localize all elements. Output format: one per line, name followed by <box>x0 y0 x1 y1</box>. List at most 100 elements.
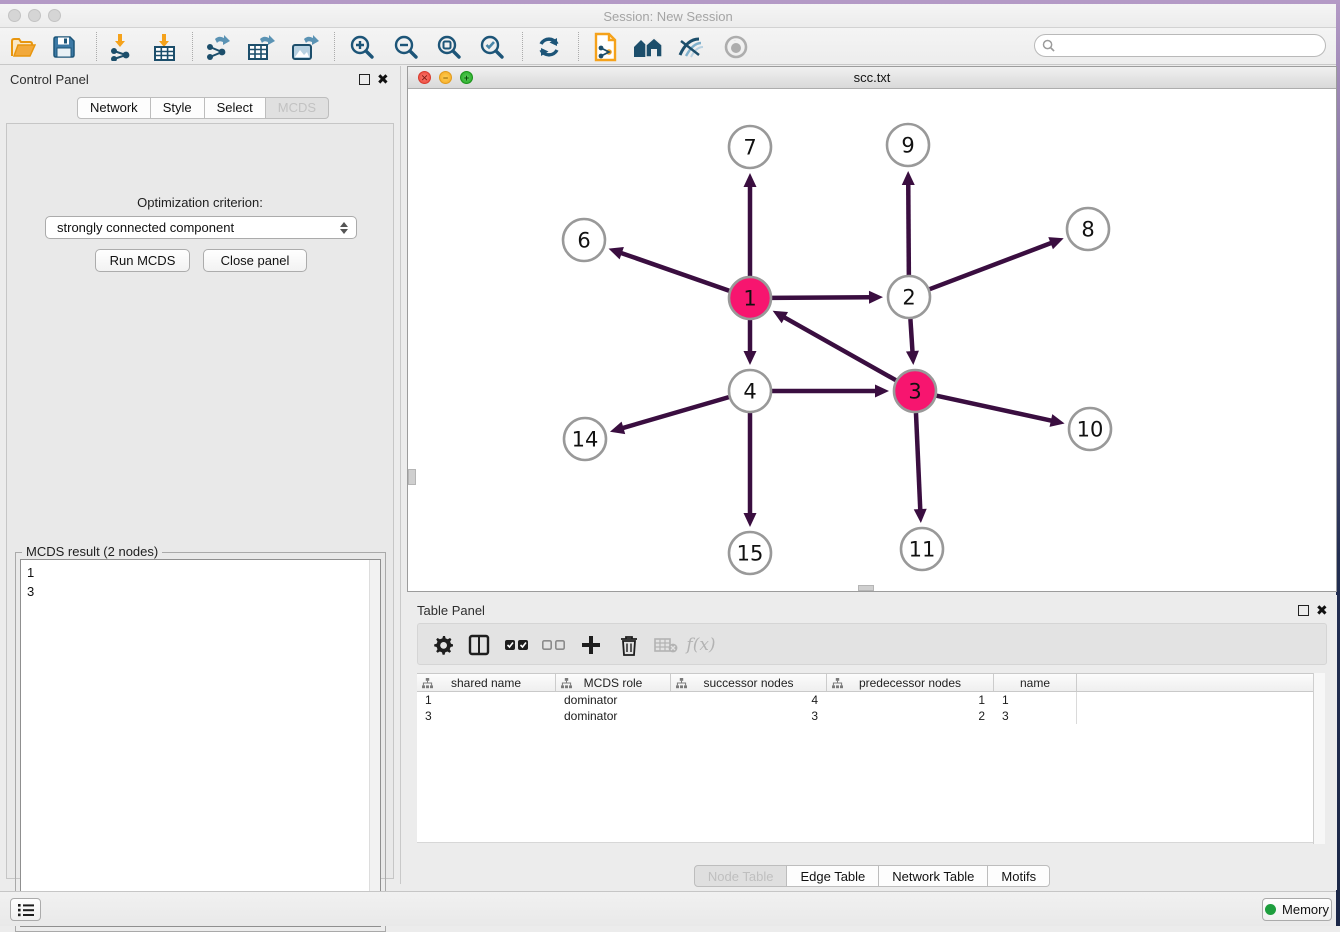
mcds-result-textarea[interactable]: 1 3 <box>20 559 381 927</box>
table-cell[interactable]: 4 <box>671 692 827 708</box>
graph-node-2[interactable]: 2 <box>888 276 930 318</box>
run-mcds-button[interactable]: Run MCDS <box>95 249 190 272</box>
table-cell[interactable]: dominator <box>556 692 671 708</box>
control-panel: Control Panel ✖ NetworkStyleSelectMCDS O… <box>0 66 401 884</box>
column-header-shared-name[interactable]: shared name <box>417 674 556 691</box>
panel-resize-grip-bottom[interactable] <box>858 585 874 591</box>
zoom-out-icon[interactable] <box>389 33 423 61</box>
main-toolbar <box>0 28 1336 65</box>
network-window-titlebar[interactable]: ✕ − + scc.txt <box>408 67 1336 89</box>
open-file-icon[interactable] <box>6 33 40 61</box>
dropdown-stepper-icon <box>340 222 348 234</box>
graph-edge-3-11[interactable] <box>916 413 920 512</box>
select-all-icon[interactable] <box>502 631 532 659</box>
table-cell[interactable]: 2 <box>827 708 994 724</box>
float-table-panel-icon[interactable] <box>1298 605 1309 616</box>
graph-edge-3-1[interactable] <box>782 316 896 380</box>
graph-node-label: 1 <box>743 287 756 311</box>
zoom-selected-icon[interactable] <box>475 33 509 61</box>
delete-column-icon[interactable] <box>614 631 644 659</box>
panel-resize-grip-left[interactable] <box>408 469 416 485</box>
graph-edge-1-2[interactable] <box>772 297 872 298</box>
zoom-fit-icon[interactable] <box>432 33 466 61</box>
table-cell[interactable]: 3 <box>671 708 827 724</box>
column-header-predecessor-nodes[interactable]: predecessor nodes <box>827 674 994 691</box>
save-session-icon[interactable] <box>47 33 81 61</box>
graph-edge-2-8[interactable] <box>930 242 1054 289</box>
network-canvas[interactable]: 7 9 6 8 1 2 4 3 14 10 15 11 <box>408 89 1336 591</box>
close-panel-button[interactable]: Close panel <box>203 249 307 272</box>
column-type-icon <box>676 678 687 689</box>
column-manager-icon[interactable] <box>464 631 494 659</box>
first-neighbors-icon[interactable] <box>631 33 665 61</box>
graph-node-8[interactable]: 8 <box>1067 208 1109 250</box>
close-table-panel-icon[interactable]: ✖ <box>1316 602 1328 619</box>
graph-edge-2-9[interactable] <box>908 182 909 275</box>
close-panel-icon[interactable]: ✖ <box>377 71 389 88</box>
graph-node-11[interactable]: 11 <box>901 528 943 570</box>
graph-node-label: 7 <box>743 136 756 160</box>
graph-edge-4-14[interactable] <box>621 397 729 429</box>
tab-network[interactable]: Network <box>77 97 151 119</box>
export-image-icon[interactable] <box>288 33 322 61</box>
table-row[interactable]: 1dominator411 <box>417 692 1325 708</box>
graph-node-1[interactable]: 1 <box>729 277 771 319</box>
export-network-icon[interactable] <box>200 33 234 61</box>
network-graph[interactable]: 7 9 6 8 1 2 4 3 14 10 15 11 <box>408 89 1336 591</box>
tab-node-table[interactable]: Node Table <box>694 865 788 887</box>
table-cell[interactable]: 1 <box>827 692 994 708</box>
graph-node-3[interactable]: 3 <box>894 370 936 412</box>
add-column-icon[interactable] <box>576 631 606 659</box>
tab-motifs[interactable]: Motifs <box>988 865 1050 887</box>
table-row[interactable]: 3dominator323 <box>417 708 1325 724</box>
graph-edge-1-6[interactable] <box>619 252 729 291</box>
graph-node-9[interactable]: 9 <box>887 124 929 166</box>
settings-gear-icon[interactable] <box>428 631 458 659</box>
show-all-icon[interactable] <box>719 33 753 61</box>
tab-select[interactable]: Select <box>205 97 266 119</box>
table-cell[interactable]: 3 <box>994 708 1077 724</box>
hide-selection-icon[interactable] <box>674 33 708 61</box>
optimization-criterion-dropdown[interactable]: strongly connected component <box>45 216 357 239</box>
float-panel-icon[interactable] <box>359 74 370 85</box>
table-cell[interactable]: 1 <box>994 692 1077 708</box>
toolbar-separator <box>522 32 523 61</box>
memory-button[interactable]: Memory <box>1262 898 1332 921</box>
table-scrollbar[interactable] <box>1313 673 1325 844</box>
import-table-icon[interactable] <box>148 33 182 61</box>
table-cell[interactable]: 3 <box>417 708 556 724</box>
mcds-result-scrollbar[interactable] <box>369 560 380 926</box>
table-panel-header: Table Panel ✖ <box>407 601 1337 621</box>
tab-mcds[interactable]: MCDS <box>266 97 329 119</box>
graph-node-15[interactable]: 15 <box>729 532 771 574</box>
table-cell[interactable]: 1 <box>417 692 556 708</box>
column-header-label: successor nodes <box>703 676 793 690</box>
import-network-icon[interactable] <box>104 33 138 61</box>
refresh-icon[interactable] <box>532 33 566 61</box>
graph-edge-2-3[interactable] <box>910 319 912 354</box>
graph-node-4[interactable]: 4 <box>729 370 771 412</box>
graph-node-label: 6 <box>577 229 590 253</box>
tab-edge-table[interactable]: Edge Table <box>787 865 879 887</box>
column-header-MCDS-role[interactable]: MCDS role <box>556 674 671 691</box>
graph-node-10[interactable]: 10 <box>1069 408 1111 450</box>
export-table-icon[interactable] <box>244 33 278 61</box>
deselect-all-icon[interactable] <box>539 631 569 659</box>
network-from-selection-icon[interactable] <box>588 33 622 61</box>
column-header-successor-nodes[interactable]: successor nodes <box>671 674 827 691</box>
graph-edge-3-10[interactable] <box>936 396 1053 421</box>
search-input[interactable] <box>1055 39 1325 53</box>
tab-network-table[interactable]: Network Table <box>879 865 988 887</box>
delete-table-icon[interactable] <box>651 631 681 659</box>
search-field[interactable] <box>1034 34 1326 57</box>
tab-style[interactable]: Style <box>151 97 205 119</box>
window-title: Session: New Session <box>0 9 1336 24</box>
task-history-button[interactable] <box>10 898 41 921</box>
graph-node-14[interactable]: 14 <box>564 418 606 460</box>
column-header-name[interactable]: name <box>994 674 1077 691</box>
graph-node-7[interactable]: 7 <box>729 126 771 168</box>
table-cell[interactable]: dominator <box>556 708 671 724</box>
zoom-in-icon[interactable] <box>345 33 379 61</box>
graph-node-6[interactable]: 6 <box>563 219 605 261</box>
column-header-label: MCDS role <box>584 676 643 690</box>
